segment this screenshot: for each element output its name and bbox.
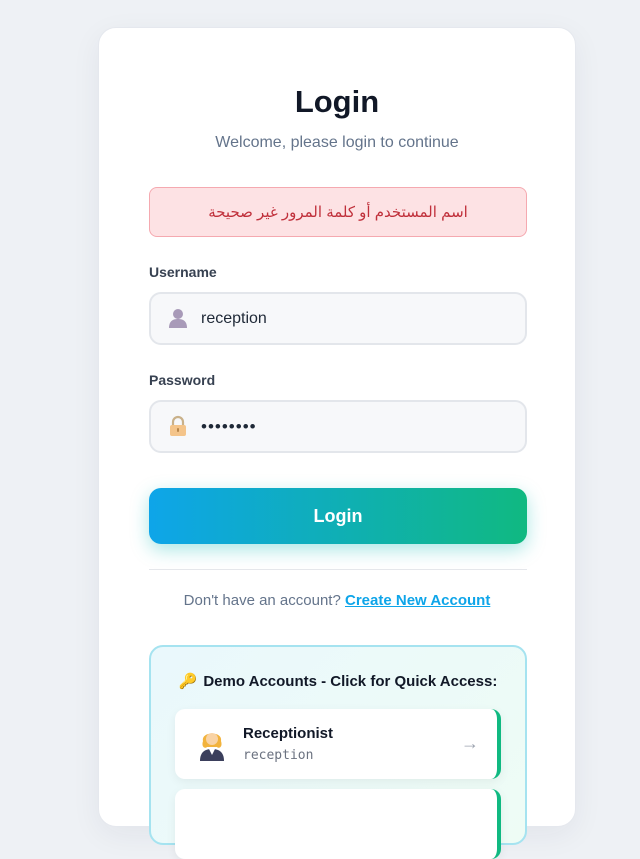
login-button[interactable]: Login xyxy=(149,488,527,544)
demo-account-name: Receptionist xyxy=(243,725,334,742)
demo-account-next[interactable] xyxy=(175,789,501,859)
receptionist-avatar-icon xyxy=(197,727,227,761)
password-label: Password xyxy=(149,372,216,388)
create-account-link[interactable]: Create New Account xyxy=(345,592,490,609)
demo-account-username: reception xyxy=(243,748,314,763)
error-alert: اسم المستخدم أو كلمة المرور غير صحيحة xyxy=(149,187,527,237)
signup-prompt-text: Don't have an account? xyxy=(183,592,341,609)
key-icon: 🔑 xyxy=(178,673,198,690)
demo-accounts-title: 🔑 Demo Accounts - Click for Quick Access: xyxy=(151,672,525,690)
page-title: Login xyxy=(294,84,380,119)
login-card: Login Welcome, please login to continue … xyxy=(98,27,576,859)
page-subtitle: Welcome, please login to continue xyxy=(215,134,459,151)
username-label: Username xyxy=(149,264,217,280)
signup-prompt: Don't have an account? Create New Accoun… xyxy=(99,592,575,609)
demo-account-receptionist[interactable]: Receptionist reception → xyxy=(175,709,501,779)
demo-accounts-panel: 🔑 Demo Accounts - Click for Quick Access:… xyxy=(149,645,527,859)
demo-accounts-title-text: Demo Accounts - Click for Quick Access: xyxy=(203,673,498,690)
lock-icon xyxy=(167,415,189,437)
username-input[interactable] xyxy=(201,294,511,343)
user-icon xyxy=(167,307,189,329)
username-field[interactable] xyxy=(149,292,527,345)
password-field[interactable] xyxy=(149,400,527,453)
password-input[interactable] xyxy=(201,402,511,451)
divider xyxy=(149,569,527,570)
arrow-right-icon: → xyxy=(461,733,479,753)
